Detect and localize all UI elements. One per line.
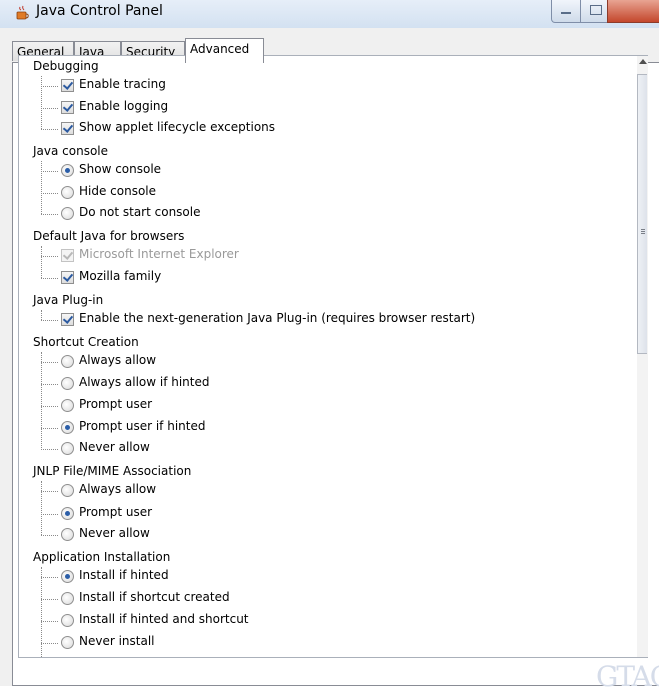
- category-default-java-for-browsers: Default Java for browsers: [33, 229, 185, 243]
- radio-button[interactable]: [61, 636, 74, 649]
- checkbox-label: Enable logging: [79, 99, 169, 113]
- radio-button[interactable]: [61, 442, 74, 455]
- radio-label: Hide console: [79, 184, 157, 198]
- scrollbar-thumb[interactable]: [637, 74, 647, 354]
- checkbox-label: Enable the next-generation Java Plug-in …: [79, 311, 476, 325]
- category-debugging: Debugging: [33, 59, 99, 73]
- tree-connector: [41, 428, 58, 429]
- minimize-button[interactable]: [551, 0, 581, 23]
- radio-label: Always allow if hinted: [79, 375, 210, 389]
- radio-label: Always allow: [79, 353, 157, 367]
- radio-button[interactable]: [61, 592, 74, 605]
- radio-label: Install if hinted: [79, 568, 169, 582]
- tree-connector: [41, 514, 58, 515]
- checkbox-label: Show applet lifecycle exceptions: [79, 120, 276, 134]
- checkbox-label: Microsoft Internet Explorer: [79, 247, 239, 261]
- tree-connector: [41, 384, 58, 385]
- checkbox[interactable]: [61, 271, 74, 284]
- checkbox[interactable]: [61, 101, 74, 114]
- radio-button[interactable]: [61, 377, 74, 390]
- radio-label: Install if hinted and shortcut: [79, 612, 249, 626]
- close-button[interactable]: [607, 0, 659, 23]
- category-application-installation: Application Installation: [33, 550, 171, 564]
- tree-connector: [41, 577, 58, 578]
- category-java-console: Java console: [33, 144, 109, 158]
- tree-connector: [41, 86, 58, 87]
- radio-button[interactable]: [61, 399, 74, 412]
- tree-connector: [41, 621, 58, 622]
- grip-icon: [641, 229, 645, 230]
- tree-line: [41, 352, 42, 448]
- radio-button[interactable]: [61, 507, 74, 520]
- radio-button[interactable]: [61, 570, 74, 583]
- tree-connector: [41, 362, 58, 363]
- tree-connector: [41, 491, 58, 492]
- java-coffee-cup-icon: [16, 5, 29, 20]
- radio-button[interactable]: [61, 614, 74, 627]
- tree-connector: [41, 320, 58, 321]
- tree-connector: [41, 108, 58, 109]
- tree-connector: [41, 171, 58, 172]
- tree-line: [41, 246, 42, 278]
- radio-label: Prompt user: [79, 505, 153, 519]
- tree-connector: [41, 643, 58, 644]
- radio-label: Never allow: [79, 440, 150, 454]
- checkbox[interactable]: [61, 122, 74, 135]
- tree-connector: [41, 599, 58, 600]
- scroll-up-arrow-icon[interactable]: [639, 59, 647, 64]
- vertical-scrollbar[interactable]: [637, 56, 648, 657]
- radio-label: Show console: [79, 162, 162, 176]
- tree-connector: [41, 129, 58, 130]
- tree-line: [41, 481, 42, 535]
- radio-label: Prompt user: [79, 397, 153, 411]
- radio-label: Install if shortcut created: [79, 590, 230, 604]
- radio-label: Always allow: [79, 482, 157, 496]
- checkbox-label: Mozilla family: [79, 269, 162, 283]
- radio-button[interactable]: [61, 484, 74, 497]
- tree-connector: [41, 535, 58, 536]
- minimize-icon: [561, 12, 571, 14]
- tree-line: [41, 161, 42, 214]
- radio-label: Do not start console: [79, 205, 201, 219]
- tree-connector: [41, 406, 58, 407]
- tree-connector: [41, 256, 58, 257]
- radio-button[interactable]: [61, 207, 74, 220]
- tree-connector: [41, 193, 58, 194]
- tree-connector: [41, 278, 58, 279]
- radio-button[interactable]: [61, 528, 74, 541]
- maximize-button[interactable]: [580, 0, 608, 23]
- tree-connector: [41, 214, 58, 215]
- watermark: GTAC: [596, 660, 659, 693]
- category-shortcut-creation: Shortcut Creation: [33, 335, 139, 349]
- radio-button[interactable]: [61, 355, 74, 368]
- window-title: Java Control Panel: [36, 3, 163, 19]
- checkbox[interactable]: [61, 79, 74, 92]
- checkbox[interactable]: [61, 313, 74, 326]
- radio-label: Prompt user if hinted: [79, 419, 206, 433]
- radio-button[interactable]: [61, 421, 74, 434]
- radio-label: Never install: [79, 634, 155, 648]
- title-bar: Java Control Panel: [0, 0, 659, 28]
- tree-line: [41, 76, 42, 129]
- checkbox: [61, 249, 74, 262]
- category-jnlp-mime-association: JNLP File/MIME Association: [33, 464, 192, 478]
- tab-advanced[interactable]: Advanced: [185, 38, 264, 63]
- maximize-icon: [590, 5, 602, 15]
- checkbox-label: Enable tracing: [79, 77, 166, 91]
- radio-label: Never allow: [79, 526, 150, 540]
- tree-line: [41, 310, 42, 320]
- radio-button[interactable]: [61, 164, 74, 177]
- tree-line: [41, 567, 42, 657]
- advanced-settings-tree[interactable]: Debugging Enable tracing Enable logging …: [18, 55, 648, 658]
- tree-connector: [41, 449, 58, 450]
- radio-button[interactable]: [61, 186, 74, 199]
- category-java-plug-in: Java Plug-in: [33, 293, 104, 307]
